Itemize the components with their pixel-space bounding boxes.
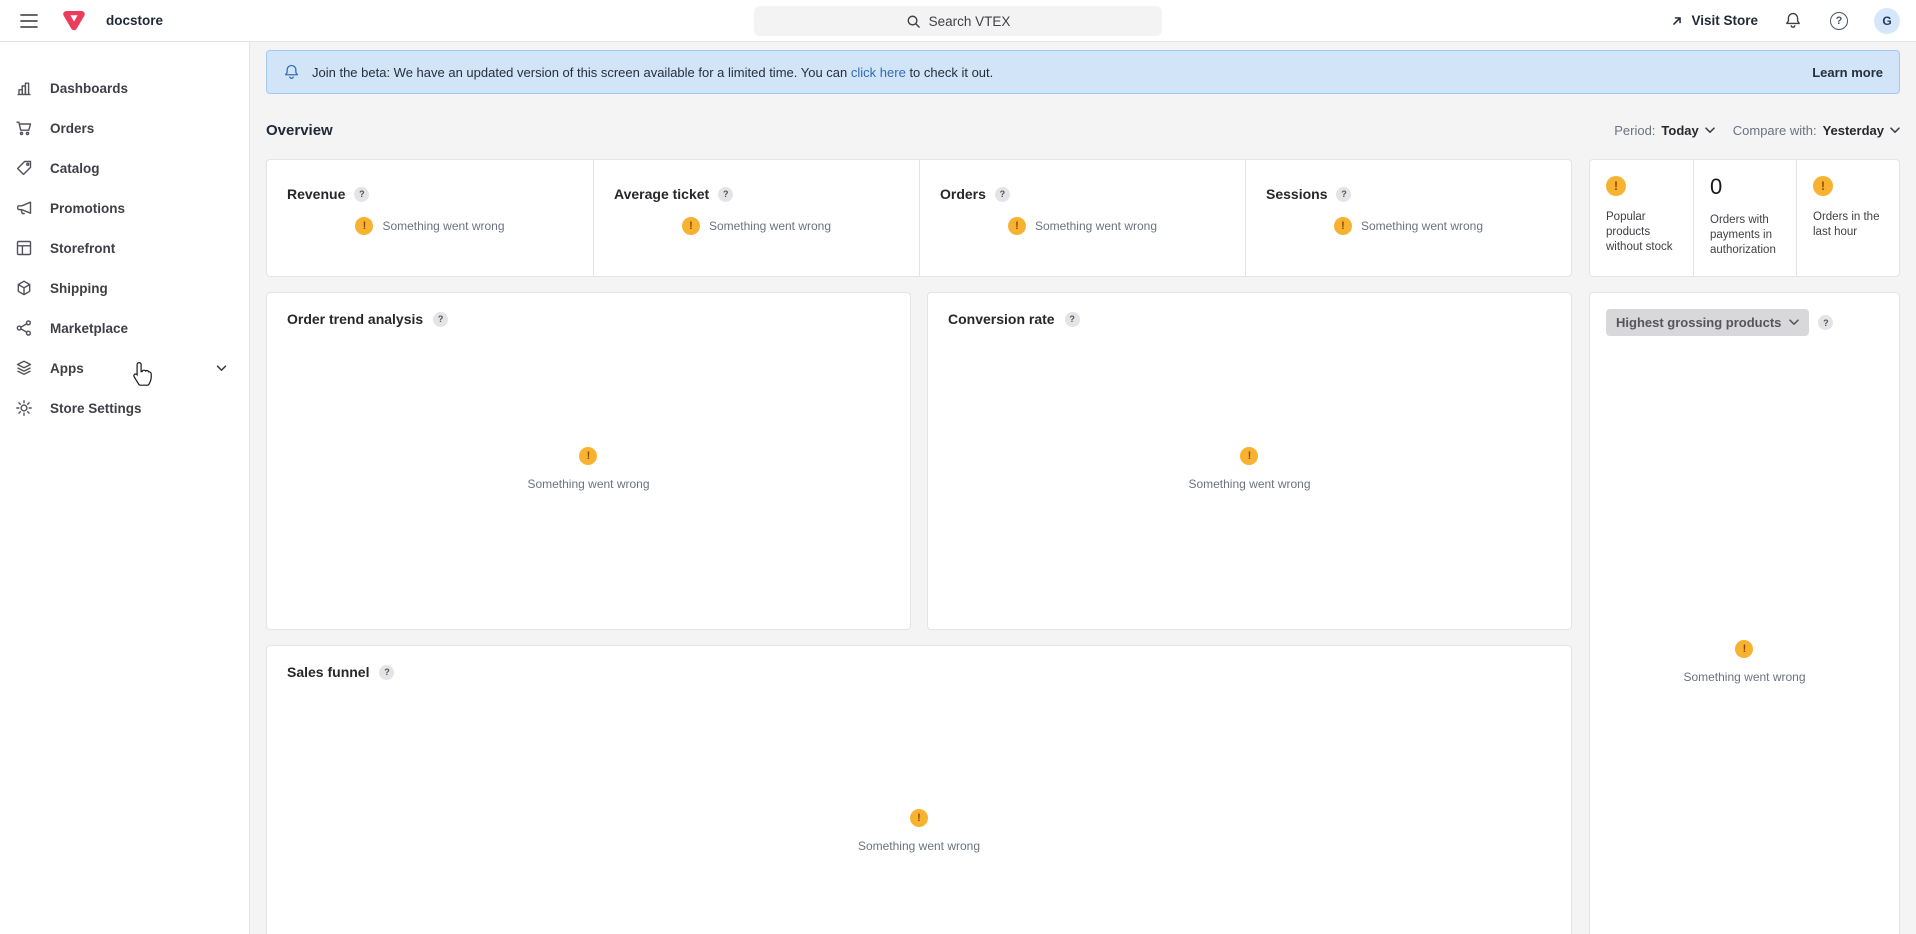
period-label: Period: [1614, 123, 1655, 138]
warning-icon: ! [1008, 217, 1026, 235]
warning-icon: ! [1813, 176, 1833, 196]
beta-banner: Join the beta: We have an updated versio… [266, 50, 1900, 94]
order-trend-analysis-card: Order trend analysis ? ! Something went … [266, 292, 911, 630]
quick-stats-card: ! Popular products without stock 0 Order… [1589, 159, 1900, 277]
metric-orders: Orders ? ! Something went wrong [919, 160, 1245, 276]
error-state: ! Something went wrong [1683, 640, 1805, 684]
kpi-card: Revenue ? ! Something went wrong Average… [266, 159, 1572, 277]
error-state: ! Something went wrong [858, 809, 980, 853]
chevron-down-icon [1789, 319, 1799, 326]
cart-icon [14, 118, 34, 138]
period-select[interactable]: Today [1661, 123, 1714, 138]
error-state: ! Something went wrong [527, 447, 649, 491]
stat-orders-authorization: 0 Orders with payments in authorization [1693, 160, 1796, 276]
gear-icon [14, 398, 34, 418]
topbar: docstore Search VTEX Visit Store ? [0, 0, 1916, 42]
warning-icon: ! [682, 217, 700, 235]
metric-sessions: Sessions ? ! Something went wrong [1245, 160, 1571, 276]
help-icon[interactable]: ? [1828, 10, 1850, 32]
search-input[interactable]: Search VTEX [754, 6, 1162, 36]
warning-icon: ! [579, 447, 597, 465]
sidebar-item-apps[interactable]: Apps [0, 348, 249, 388]
learn-more-button[interactable]: Learn more [1812, 65, 1883, 80]
help-tooltip-icon[interactable]: ? [1065, 312, 1080, 327]
metric-revenue: Revenue ? ! Something went wrong [267, 160, 593, 276]
search-placeholder: Search VTEX [929, 14, 1011, 29]
card-title: Conversion rate [948, 311, 1055, 327]
share-icon [14, 318, 34, 338]
avatar[interactable]: G [1874, 8, 1900, 34]
main-content: Join the beta: We have an updated versio… [250, 42, 1916, 934]
sidebar-item-shipping[interactable]: Shipping [0, 268, 249, 308]
error-state: ! Something went wrong [1188, 447, 1310, 491]
conversion-rate-card: Conversion rate ? ! Something went wrong [927, 292, 1572, 630]
click-here-link[interactable]: click here [851, 65, 906, 80]
page-header: Overview Period: Today Compare with: Yes… [266, 122, 1900, 139]
sidebar-item-promotions[interactable]: Promotions [0, 188, 249, 228]
vtex-logo-icon [62, 10, 86, 32]
account-name: docstore [106, 13, 163, 28]
help-tooltip-icon[interactable]: ? [995, 187, 1010, 202]
warning-icon: ! [1334, 217, 1352, 235]
chevron-down-icon [1890, 127, 1900, 134]
sidebar-item-dashboards[interactable]: Dashboards [0, 68, 249, 108]
topbar-actions: Visit Store ? G [1670, 8, 1900, 34]
stat-value: 0 [1710, 174, 1722, 199]
compare-label: Compare with: [1733, 123, 1817, 138]
warning-icon: ! [1735, 640, 1753, 658]
sidebar-item-marketplace[interactable]: Marketplace [0, 308, 249, 348]
period-controls: Period: Today Compare with: Yesterday [1614, 123, 1900, 138]
sales-funnel-card: Sales funnel ? ! Something went wrong [266, 645, 1572, 934]
card-title: Order trend analysis [287, 311, 423, 327]
banner-message: Join the beta: We have an updated versio… [312, 65, 993, 80]
box-icon [14, 278, 34, 298]
sidebar: Dashboards Orders Catalog [0, 42, 250, 934]
stat-orders-last-hour: ! Orders in the last hour [1796, 160, 1899, 276]
warning-icon: ! [1240, 447, 1258, 465]
help-tooltip-icon[interactable]: ? [354, 187, 369, 202]
sidebar-item-storefront[interactable]: Storefront [0, 228, 249, 268]
layers-icon [14, 358, 34, 378]
metric-average-ticket: Average ticket ? ! Something went wrong [593, 160, 919, 276]
sidebar-item-store-settings[interactable]: Store Settings [0, 388, 249, 428]
help-tooltip-icon[interactable]: ? [718, 187, 733, 202]
arrow-up-right-icon [1670, 14, 1684, 28]
help-tooltip-icon[interactable]: ? [1818, 315, 1833, 330]
sidebar-item-orders[interactable]: Orders [0, 108, 249, 148]
sidebar-item-catalog[interactable]: Catalog [0, 148, 249, 188]
tag-icon [14, 158, 34, 178]
chevron-down-icon [1705, 127, 1715, 134]
page-title: Overview [266, 122, 333, 139]
card-title: Sales funnel [287, 664, 369, 680]
banner-bell-icon [283, 63, 300, 81]
visit-store-button[interactable]: Visit Store [1670, 13, 1758, 28]
warning-icon: ! [910, 809, 928, 827]
layout-icon [14, 238, 34, 258]
help-tooltip-icon[interactable]: ? [433, 312, 448, 327]
help-tooltip-icon[interactable]: ? [379, 665, 394, 680]
highest-grossing-products-card: Highest grossing products ? ! Something … [1589, 292, 1900, 934]
help-tooltip-icon[interactable]: ? [1336, 187, 1351, 202]
bar-chart-icon [14, 78, 34, 98]
warning-icon: ! [1606, 176, 1626, 196]
search-icon [906, 14, 921, 29]
warning-icon: ! [355, 217, 373, 235]
chevron-down-icon [216, 365, 227, 372]
hamburger-menu-icon[interactable] [16, 8, 42, 34]
compare-select[interactable]: Yesterday [1823, 123, 1900, 138]
megaphone-icon [14, 198, 34, 218]
product-ranking-select[interactable]: Highest grossing products [1606, 309, 1809, 336]
stat-popular-products: ! Popular products without stock [1590, 160, 1693, 276]
notifications-bell-icon[interactable] [1782, 10, 1804, 32]
